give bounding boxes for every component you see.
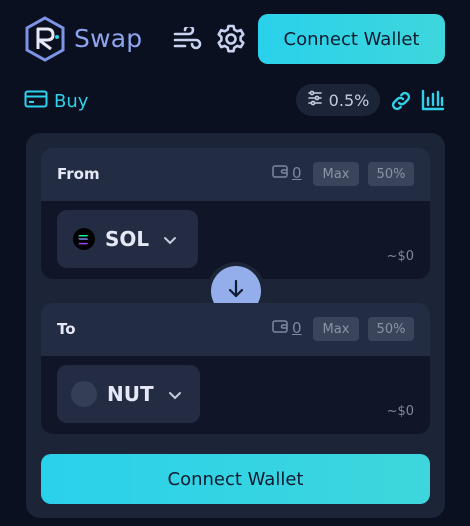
- to-amount-area[interactable]: NUT ~$0: [41, 356, 430, 434]
- card-icon: [24, 90, 48, 112]
- to-balance-value[interactable]: 0: [292, 319, 302, 337]
- buy-label: Buy: [54, 90, 89, 112]
- from-token-select[interactable]: SOL: [57, 210, 198, 268]
- wallet-icon: [272, 319, 288, 337]
- slippage-button[interactable]: 0.5%: [296, 84, 380, 116]
- wind-icon[interactable]: [170, 24, 204, 56]
- connect-wallet-main-button[interactable]: Connect Wallet: [41, 454, 430, 504]
- from-balance: 0: [272, 164, 302, 182]
- from-balance-value[interactable]: 0: [292, 164, 302, 182]
- swap-app: Swap Connect Wallet Buy 0.5% From 0 Max …: [0, 0, 470, 526]
- to-balance: 0: [272, 319, 302, 337]
- chart-icon[interactable]: [420, 87, 446, 113]
- link-icon[interactable]: [388, 88, 414, 114]
- to-label: To: [57, 320, 76, 338]
- nut-token-icon: [71, 381, 97, 407]
- from-max-button[interactable]: Max: [313, 162, 359, 186]
- wallet-icon: [272, 164, 288, 182]
- sliders-icon: [307, 90, 323, 110]
- to-usd-value: ~$0: [386, 404, 414, 419]
- logo-icon: [24, 16, 66, 62]
- sol-token-icon: [73, 228, 95, 250]
- buy-link[interactable]: Buy: [24, 89, 88, 113]
- chevron-down-icon: [168, 385, 182, 404]
- to-max-button[interactable]: Max: [313, 317, 359, 341]
- from-label: From: [57, 165, 100, 183]
- gear-icon[interactable]: [214, 22, 248, 56]
- to-half-button[interactable]: 50%: [368, 317, 414, 341]
- connect-wallet-header-button[interactable]: Connect Wallet: [258, 14, 445, 64]
- to-token-symbol: NUT: [107, 382, 154, 406]
- to-token-select[interactable]: NUT: [57, 365, 200, 423]
- brand-title: Swap: [74, 24, 143, 53]
- from-token-symbol: SOL: [105, 227, 150, 251]
- slippage-value: 0.5%: [328, 90, 370, 110]
- from-half-button[interactable]: 50%: [368, 162, 414, 186]
- from-usd-value: ~$0: [386, 249, 414, 264]
- chevron-down-icon: [163, 230, 177, 249]
- arrow-down-icon: [225, 278, 247, 304]
